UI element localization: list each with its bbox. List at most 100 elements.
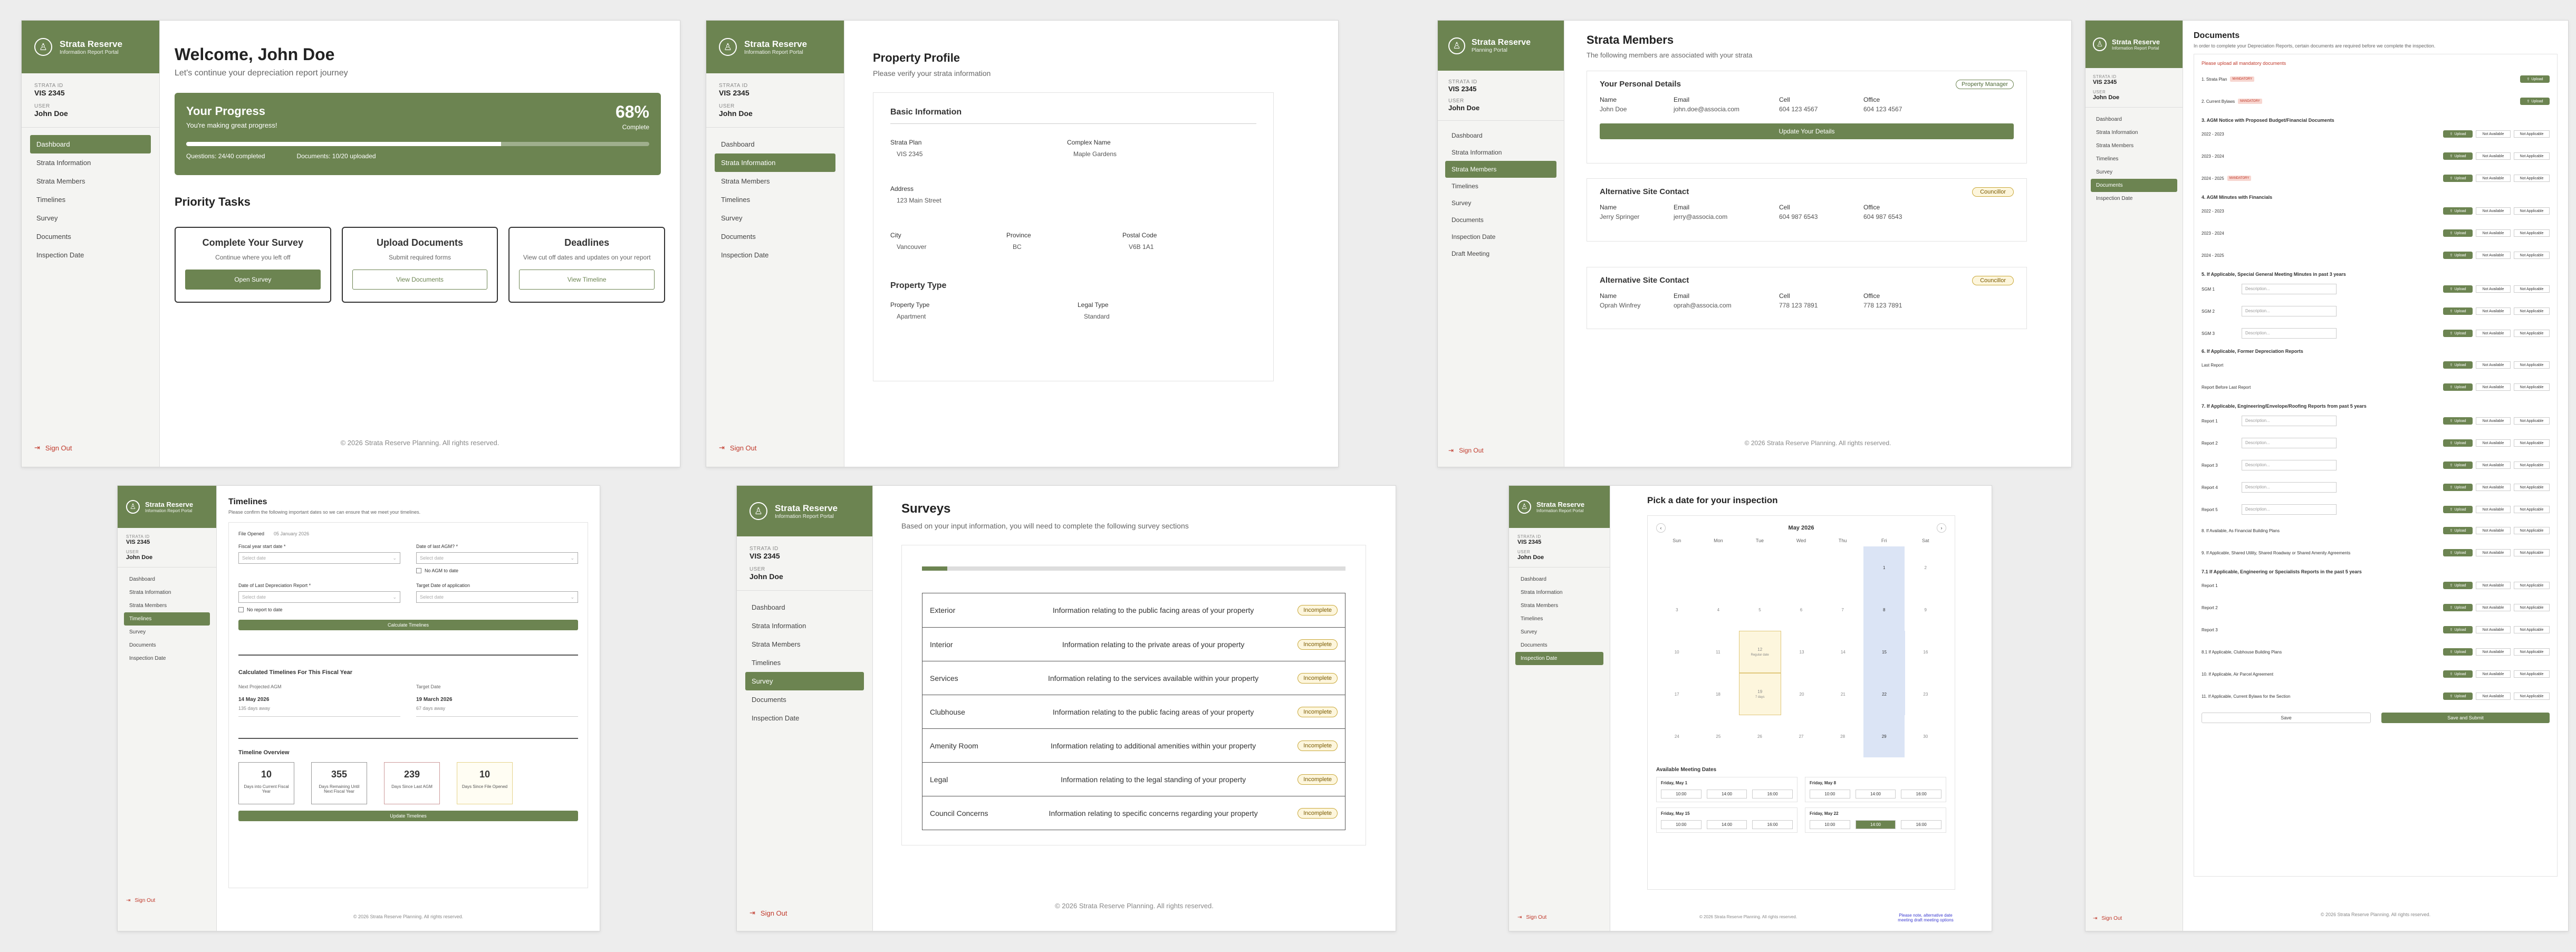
nav-strata-information[interactable]: Strata Information bbox=[1515, 586, 1603, 599]
open-survey-button[interactable]: Open Survey bbox=[185, 270, 321, 290]
not-applicable-button[interactable]: Not Applicable bbox=[2514, 330, 2550, 337]
nav-timelines[interactable]: Timelines bbox=[1445, 178, 1556, 195]
not-available-button[interactable]: Not Available bbox=[2476, 506, 2511, 513]
calendar-day[interactable]: 28 bbox=[1822, 715, 1863, 757]
calendar-day[interactable] bbox=[1822, 546, 1863, 589]
time-slot-button[interactable]: 10:00 bbox=[1661, 820, 1702, 829]
save-submit-button[interactable]: Save and Submit bbox=[2381, 713, 2550, 723]
nav-documents[interactable]: Documents bbox=[2091, 179, 2177, 192]
nav-strata-members[interactable]: Strata Members bbox=[1515, 599, 1603, 612]
not-available-button[interactable]: Not Available bbox=[2476, 307, 2511, 315]
fiscal-year-input[interactable]: Select date ⌄ bbox=[238, 552, 400, 564]
last-report-input[interactable]: Select date ⌄ bbox=[238, 591, 400, 603]
nav-strata-information[interactable]: Strata Information bbox=[715, 153, 835, 172]
calendar-day[interactable]: 20 bbox=[1781, 673, 1822, 715]
description-input[interactable]: Description... bbox=[2242, 504, 2337, 515]
calendar-day[interactable]: 18 bbox=[1697, 673, 1738, 715]
not-applicable-button[interactable]: Not Applicable bbox=[2514, 229, 2550, 237]
nav-strata-members[interactable]: Strata Members bbox=[124, 599, 210, 612]
not-applicable-button[interactable]: Not Applicable bbox=[2514, 130, 2550, 138]
not-available-button[interactable]: Not Available bbox=[2476, 285, 2511, 293]
not-applicable-button[interactable]: Not Applicable bbox=[2514, 152, 2550, 160]
not-available-button[interactable]: Not Available bbox=[2476, 130, 2511, 138]
nav-dashboard[interactable]: Dashboard bbox=[1515, 573, 1603, 586]
upload-button[interactable]: ⇪ Upload bbox=[2443, 383, 2473, 391]
upload-button[interactable]: ⇪ Upload bbox=[2443, 461, 2473, 469]
upload-button[interactable]: ⇪ Upload bbox=[2443, 549, 2473, 556]
nav-inspection-date[interactable]: Inspection Date bbox=[1445, 228, 1556, 245]
nav-strata-information[interactable]: Strata Information bbox=[124, 586, 210, 599]
nav-strata-members[interactable]: Strata Members bbox=[2091, 139, 2177, 152]
not-available-button[interactable]: Not Available bbox=[2476, 626, 2511, 633]
sign-out-button[interactable]: ⇥ Sign Out bbox=[2093, 916, 2122, 921]
nav-inspection-date[interactable]: Inspection Date bbox=[1515, 652, 1603, 665]
calendar-day[interactable]: 19 7 days bbox=[1738, 673, 1781, 715]
calendar-day[interactable]: 5 bbox=[1739, 589, 1781, 631]
calendar-day[interactable]: 25 bbox=[1698, 715, 1739, 757]
calendar-day[interactable]: 29 bbox=[1863, 715, 1905, 757]
calendar-day[interactable]: 15 bbox=[1863, 631, 1905, 673]
nav-strata-information[interactable]: Strata Information bbox=[30, 153, 151, 172]
nav-survey[interactable]: Survey bbox=[1515, 626, 1603, 639]
not-available-button[interactable]: Not Available bbox=[2476, 229, 2511, 237]
nav-survey[interactable]: Survey bbox=[745, 672, 864, 690]
upload-button[interactable]: ⇪ Upload bbox=[2443, 693, 2473, 700]
upload-button[interactable]: ⇪ Upload bbox=[2443, 527, 2473, 534]
survey-row[interactable]: Services Information relating to the serv… bbox=[922, 661, 1345, 695]
alternative-date-note[interactable]: Please note, alternative date meeting dr… bbox=[1891, 913, 1960, 922]
not-available-button[interactable]: Not Available bbox=[2476, 417, 2511, 425]
upload-button[interactable]: ⇪ Upload bbox=[2443, 130, 2473, 138]
nav-documents[interactable]: Documents bbox=[715, 227, 835, 246]
survey-row[interactable]: Interior Information relating to the priv… bbox=[922, 627, 1345, 661]
not-applicable-button[interactable]: Not Applicable bbox=[2514, 417, 2550, 425]
not-available-button[interactable]: Not Available bbox=[2476, 175, 2511, 182]
calendar-day[interactable]: 4 bbox=[1698, 589, 1739, 631]
upload-button[interactable]: ⇪ Upload bbox=[2443, 175, 2473, 182]
description-input[interactable]: Description... bbox=[2242, 306, 2337, 316]
upload-button[interactable]: ⇪ Upload bbox=[2443, 626, 2473, 633]
calendar-day[interactable]: 22 bbox=[1863, 673, 1905, 715]
upload-button[interactable]: ⇪ Upload bbox=[2443, 307, 2473, 315]
calendar-day[interactable]: 11 bbox=[1697, 631, 1738, 673]
time-slot-button[interactable]: 14:00 bbox=[1855, 820, 1896, 829]
not-applicable-button[interactable]: Not Applicable bbox=[2514, 506, 2550, 513]
time-slot-button[interactable]: 14:00 bbox=[1855, 790, 1896, 799]
nav-inspection-date[interactable]: Inspection Date bbox=[30, 246, 151, 264]
nav-dashboard[interactable]: Dashboard bbox=[30, 135, 151, 153]
view-documents-button[interactable]: View Documents bbox=[352, 270, 488, 290]
upload-button[interactable]: ⇪ Upload bbox=[2443, 582, 2473, 589]
not-applicable-button[interactable]: Not Applicable bbox=[2514, 582, 2550, 589]
calendar-day[interactable]: 16 bbox=[1905, 631, 1946, 673]
save-button[interactable]: Save bbox=[2202, 713, 2371, 723]
calendar-day[interactable]: 23 bbox=[1905, 673, 1946, 715]
description-input[interactable]: Description... bbox=[2242, 482, 2337, 493]
sign-out-button[interactable]: ⇥ Sign Out bbox=[719, 444, 757, 452]
not-applicable-button[interactable]: Not Applicable bbox=[2514, 439, 2550, 447]
not-applicable-button[interactable]: Not Applicable bbox=[2514, 648, 2550, 656]
nav-survey[interactable]: Survey bbox=[1445, 195, 1556, 211]
nav-documents[interactable]: Documents bbox=[745, 690, 864, 709]
not-applicable-button[interactable]: Not Applicable bbox=[2514, 383, 2550, 391]
calendar-day[interactable]: 13 bbox=[1781, 631, 1822, 673]
sign-out-button[interactable]: ⇥ Sign Out bbox=[749, 909, 787, 917]
view-timeline-button[interactable]: View Timeline bbox=[519, 270, 655, 290]
time-slot-button[interactable]: 14:00 bbox=[1706, 820, 1747, 829]
nav-dashboard[interactable]: Dashboard bbox=[745, 598, 864, 617]
nav-documents[interactable]: Documents bbox=[1515, 639, 1603, 652]
nav-dashboard[interactable]: Dashboard bbox=[715, 135, 835, 153]
calendar-day[interactable] bbox=[1698, 546, 1739, 589]
survey-row[interactable]: Council Concerns Information relating to … bbox=[922, 796, 1345, 830]
not-applicable-button[interactable]: Not Applicable bbox=[2514, 604, 2550, 611]
not-available-button[interactable]: Not Available bbox=[2476, 207, 2511, 215]
calendar-day[interactable]: 1 bbox=[1863, 546, 1905, 589]
not-available-button[interactable]: Not Available bbox=[2476, 484, 2511, 491]
upload-button[interactable]: ⇪ Upload bbox=[2443, 604, 2473, 611]
upload-button[interactable]: ⇪ Upload bbox=[2443, 417, 2473, 425]
upload-button[interactable]: ⇪ Upload bbox=[2443, 361, 2473, 369]
no-agm-checkbox[interactable] bbox=[416, 568, 421, 573]
not-available-button[interactable]: Not Available bbox=[2476, 549, 2511, 556]
nav-strata-members[interactable]: Strata Members bbox=[1445, 161, 1556, 178]
nav-strata-members[interactable]: Strata Members bbox=[30, 172, 151, 190]
not-available-button[interactable]: Not Available bbox=[2476, 252, 2511, 259]
calendar-day[interactable]: 10 bbox=[1656, 631, 1697, 673]
